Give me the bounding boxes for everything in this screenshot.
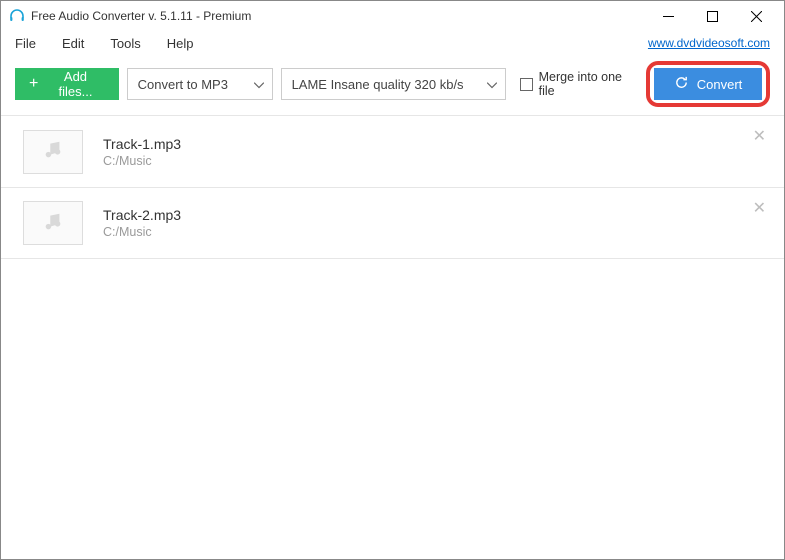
menu-edit[interactable]: Edit — [62, 36, 84, 51]
plus-icon: + — [29, 76, 38, 92]
audio-thumbnail — [23, 130, 83, 174]
merge-checkbox[interactable]: Merge into one file — [520, 70, 638, 98]
toolbar: + Add files... Convert to MP3 LAME Insan… — [1, 61, 784, 107]
file-list: Track-1.mp3 C:/Music ✕ Track-2.mp3 C:/Mu… — [1, 115, 784, 559]
remove-file-button[interactable]: ✕ — [753, 198, 766, 218]
refresh-icon — [674, 75, 689, 93]
chevron-down-icon — [487, 77, 497, 92]
music-note-icon — [42, 211, 64, 236]
menubar: File Edit Tools Help www.dvdvideosoft.co… — [1, 31, 784, 55]
site-link[interactable]: www.dvdvideosoft.com — [648, 36, 770, 50]
checkbox-icon — [520, 78, 533, 91]
quality-selected: LAME Insane quality 320 kb/s — [292, 77, 464, 92]
music-note-icon — [42, 139, 64, 164]
menu-tools[interactable]: Tools — [110, 36, 140, 51]
format-dropdown[interactable]: Convert to MP3 — [127, 68, 273, 100]
maximize-button[interactable] — [690, 2, 734, 30]
close-icon: ✕ — [753, 200, 766, 217]
chevron-down-icon — [254, 77, 264, 92]
file-name: Track-2.mp3 — [103, 207, 181, 223]
convert-highlight: Convert — [646, 61, 770, 107]
headphones-icon — [9, 8, 25, 24]
convert-label: Convert — [697, 77, 743, 92]
close-icon: ✕ — [753, 128, 766, 145]
menu-help[interactable]: Help — [167, 36, 194, 51]
window-title: Free Audio Converter v. 5.1.11 - Premium — [31, 9, 646, 23]
remove-file-button[interactable]: ✕ — [753, 126, 766, 146]
app-window: Free Audio Converter v. 5.1.11 - Premium… — [0, 0, 785, 560]
file-name: Track-1.mp3 — [103, 136, 181, 152]
add-files-button[interactable]: + Add files... — [15, 68, 119, 100]
minimize-button[interactable] — [646, 2, 690, 30]
file-path: C:/Music — [103, 225, 181, 239]
file-path: C:/Music — [103, 154, 181, 168]
window-controls — [646, 2, 778, 30]
add-files-label: Add files... — [46, 69, 104, 99]
file-meta: Track-2.mp3 C:/Music — [103, 207, 181, 239]
file-meta: Track-1.mp3 C:/Music — [103, 136, 181, 168]
file-row[interactable]: Track-2.mp3 C:/Music ✕ — [1, 187, 784, 259]
merge-label: Merge into one file — [539, 70, 638, 98]
convert-button[interactable]: Convert — [654, 68, 762, 100]
close-button[interactable] — [734, 2, 778, 30]
titlebar: Free Audio Converter v. 5.1.11 - Premium — [1, 1, 784, 31]
format-selected: Convert to MP3 — [138, 77, 228, 92]
audio-thumbnail — [23, 201, 83, 245]
menu-file[interactable]: File — [15, 36, 36, 51]
file-row[interactable]: Track-1.mp3 C:/Music ✕ — [1, 115, 784, 187]
quality-dropdown[interactable]: LAME Insane quality 320 kb/s — [281, 68, 506, 100]
